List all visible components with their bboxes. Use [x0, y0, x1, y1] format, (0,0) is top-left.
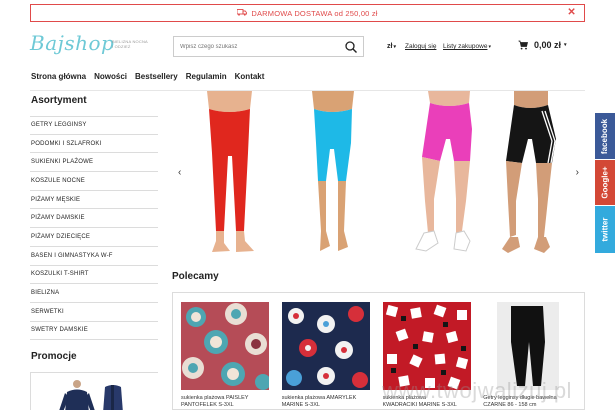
tagline-line-2: I ODZIEŻ — [112, 44, 131, 49]
sidebar-item-mens-pajamas[interactable]: PIŻAMY MĘSKIE — [30, 191, 158, 210]
facebook-button[interactable]: facebook — [595, 113, 615, 159]
product-name[interactable]: sukienka plażowa PAISLEY PANTOFELEK S-3XL — [181, 395, 271, 409]
cart-total: 0,00 zł — [534, 40, 562, 50]
wishlist-label: Listy zakupowe — [443, 43, 488, 50]
free-shipping-banner: DARMOWA DOSTAWA od 250,00 zł ✕ — [30, 4, 585, 22]
nav-contact[interactable]: Kontakt — [235, 72, 265, 81]
product-image[interactable] — [382, 302, 471, 390]
currency-selector[interactable]: zł▾ — [387, 43, 396, 50]
chevron-down-icon: ▾ — [564, 42, 567, 48]
nav-home[interactable]: Strona główna — [31, 72, 86, 81]
sidebar-item-tshirts[interactable]: KOSZULKI T-SHIRT — [30, 266, 158, 285]
recommended-title: Polecamy — [172, 271, 219, 282]
logo-tagline: BIELIZNA NOCNA I ODZIEŻ — [112, 39, 148, 49]
wishlist-link[interactable]: Listy zakupowe▾ — [443, 43, 491, 50]
product-card[interactable]: sukienka plażowa PAISLEY PANTOFELEK S-3XL — [181, 302, 273, 409]
cart-button[interactable]: 0,00 zł ▾ — [518, 40, 567, 50]
product-name[interactable]: sukienka plażowa AMARYLEK MARINE S-3XL — [282, 395, 372, 409]
main-nav: Strona główna Nowości Bestsellery Regula… — [31, 72, 272, 81]
sidebar-item-beach-dresses[interactable]: SUKIENKI PLAŻOWE — [30, 153, 158, 173]
free-shipping-text: DARMOWA DOSTAWA od 250,00 zł — [251, 8, 378, 18]
google-plus-label: Google+ — [600, 166, 610, 199]
sidebar-item-womens-pajamas[interactable]: PIŻAMY DAMSKIE — [30, 209, 158, 229]
category-list: GETRY LEGGINSY PODOMKI I SZLAFROKI SUKIE… — [30, 116, 158, 341]
truck-icon — [236, 8, 248, 18]
login-link[interactable]: Zaloguj się — [405, 43, 436, 50]
product-image[interactable] — [483, 302, 572, 390]
slider-next-button[interactable]: › — [576, 167, 579, 178]
google-plus-button[interactable]: Google+ — [595, 160, 615, 205]
sidebar-item-leggings[interactable]: GETRY LEGGINSY — [30, 116, 158, 135]
search-icon[interactable] — [344, 40, 358, 54]
close-icon[interactable]: ✕ — [567, 7, 576, 18]
sidebar-item-swim-gym[interactable]: BASEN I GIMNASTYKA W-F — [30, 247, 158, 266]
search-input[interactable] — [174, 43, 334, 50]
product-image[interactable] — [281, 302, 370, 390]
sidebar-item-nightgowns[interactable]: KOSZULE NOCNE — [30, 172, 158, 191]
nav-new[interactable]: Nowości — [94, 72, 127, 81]
nav-bestsellers[interactable]: Bestsellery — [135, 72, 178, 81]
logo[interactable]: Bajshop — [30, 31, 114, 55]
facebook-label: facebook — [600, 118, 610, 154]
sidebar-title: Asortyment — [31, 95, 87, 106]
chevron-down-icon: ▾ — [393, 44, 396, 50]
slider-image — [172, 91, 585, 258]
social-sidebar: facebook Google+ twitter — [595, 113, 615, 254]
currency-label: zł — [387, 43, 393, 50]
product-card[interactable]: sukienka plażowa AMARYLEK MARINE S-3XL — [281, 302, 374, 409]
search-box — [173, 36, 364, 57]
sidebar-item-underwear[interactable]: BIELIZNA — [30, 284, 158, 303]
watermark: www.twojwalizuj.pl — [382, 378, 572, 403]
cart-icon — [518, 40, 529, 50]
promotion-image — [31, 373, 159, 410]
twitter-label: twitter — [600, 217, 610, 242]
promotions-box[interactable] — [30, 372, 159, 410]
twitter-button[interactable]: twitter — [595, 206, 615, 253]
sidebar-item-sweaters[interactable]: SWETRY DAMSKIE — [30, 322, 158, 341]
nav-terms[interactable]: Regulamin — [186, 72, 227, 81]
hero-slider[interactable]: ‹ › — [172, 91, 585, 258]
sidebar-item-bathrobes[interactable]: PODOMKI I SZLAFROKI — [30, 135, 158, 154]
promotions-title: Promocje — [31, 351, 77, 362]
sidebar-item-kids-pajamas[interactable]: PIŻAMY DZIECIĘCE — [30, 228, 158, 247]
sidebar-item-napkins[interactable]: SERWETKI — [30, 303, 158, 322]
chevron-down-icon: ▾ — [488, 44, 491, 50]
slider-prev-button[interactable]: ‹ — [178, 167, 181, 178]
product-image[interactable] — [181, 302, 269, 390]
